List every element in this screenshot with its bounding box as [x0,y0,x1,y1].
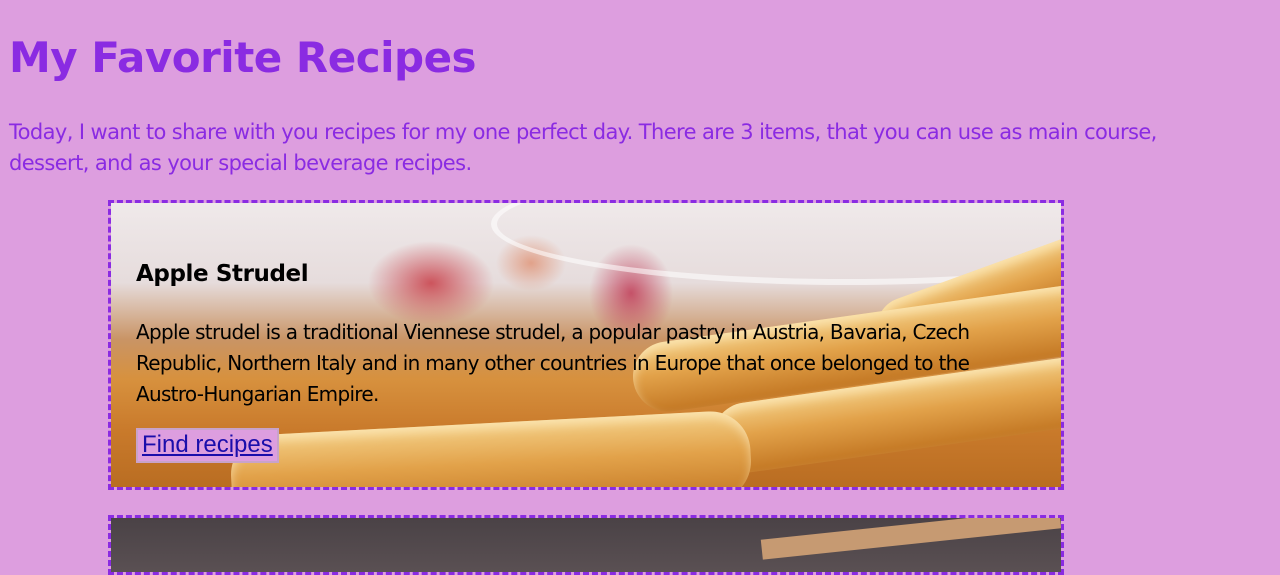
page-title: My Favorite Recipes [9,33,477,82]
find-recipes-button[interactable]: Find recipes [136,428,279,463]
recipe-title: Apple Strudel [136,261,309,287]
recipe-card-apple-strudel: Apple Strudel Apple strudel is a traditi… [108,200,1064,490]
recipe-description: Apple strudel is a traditional Viennese … [136,320,970,406]
second-recipe-photo [111,518,1061,572]
recipe-card-second [108,515,1064,575]
page-intro: Today, I want to share with you recipes … [9,120,1157,175]
